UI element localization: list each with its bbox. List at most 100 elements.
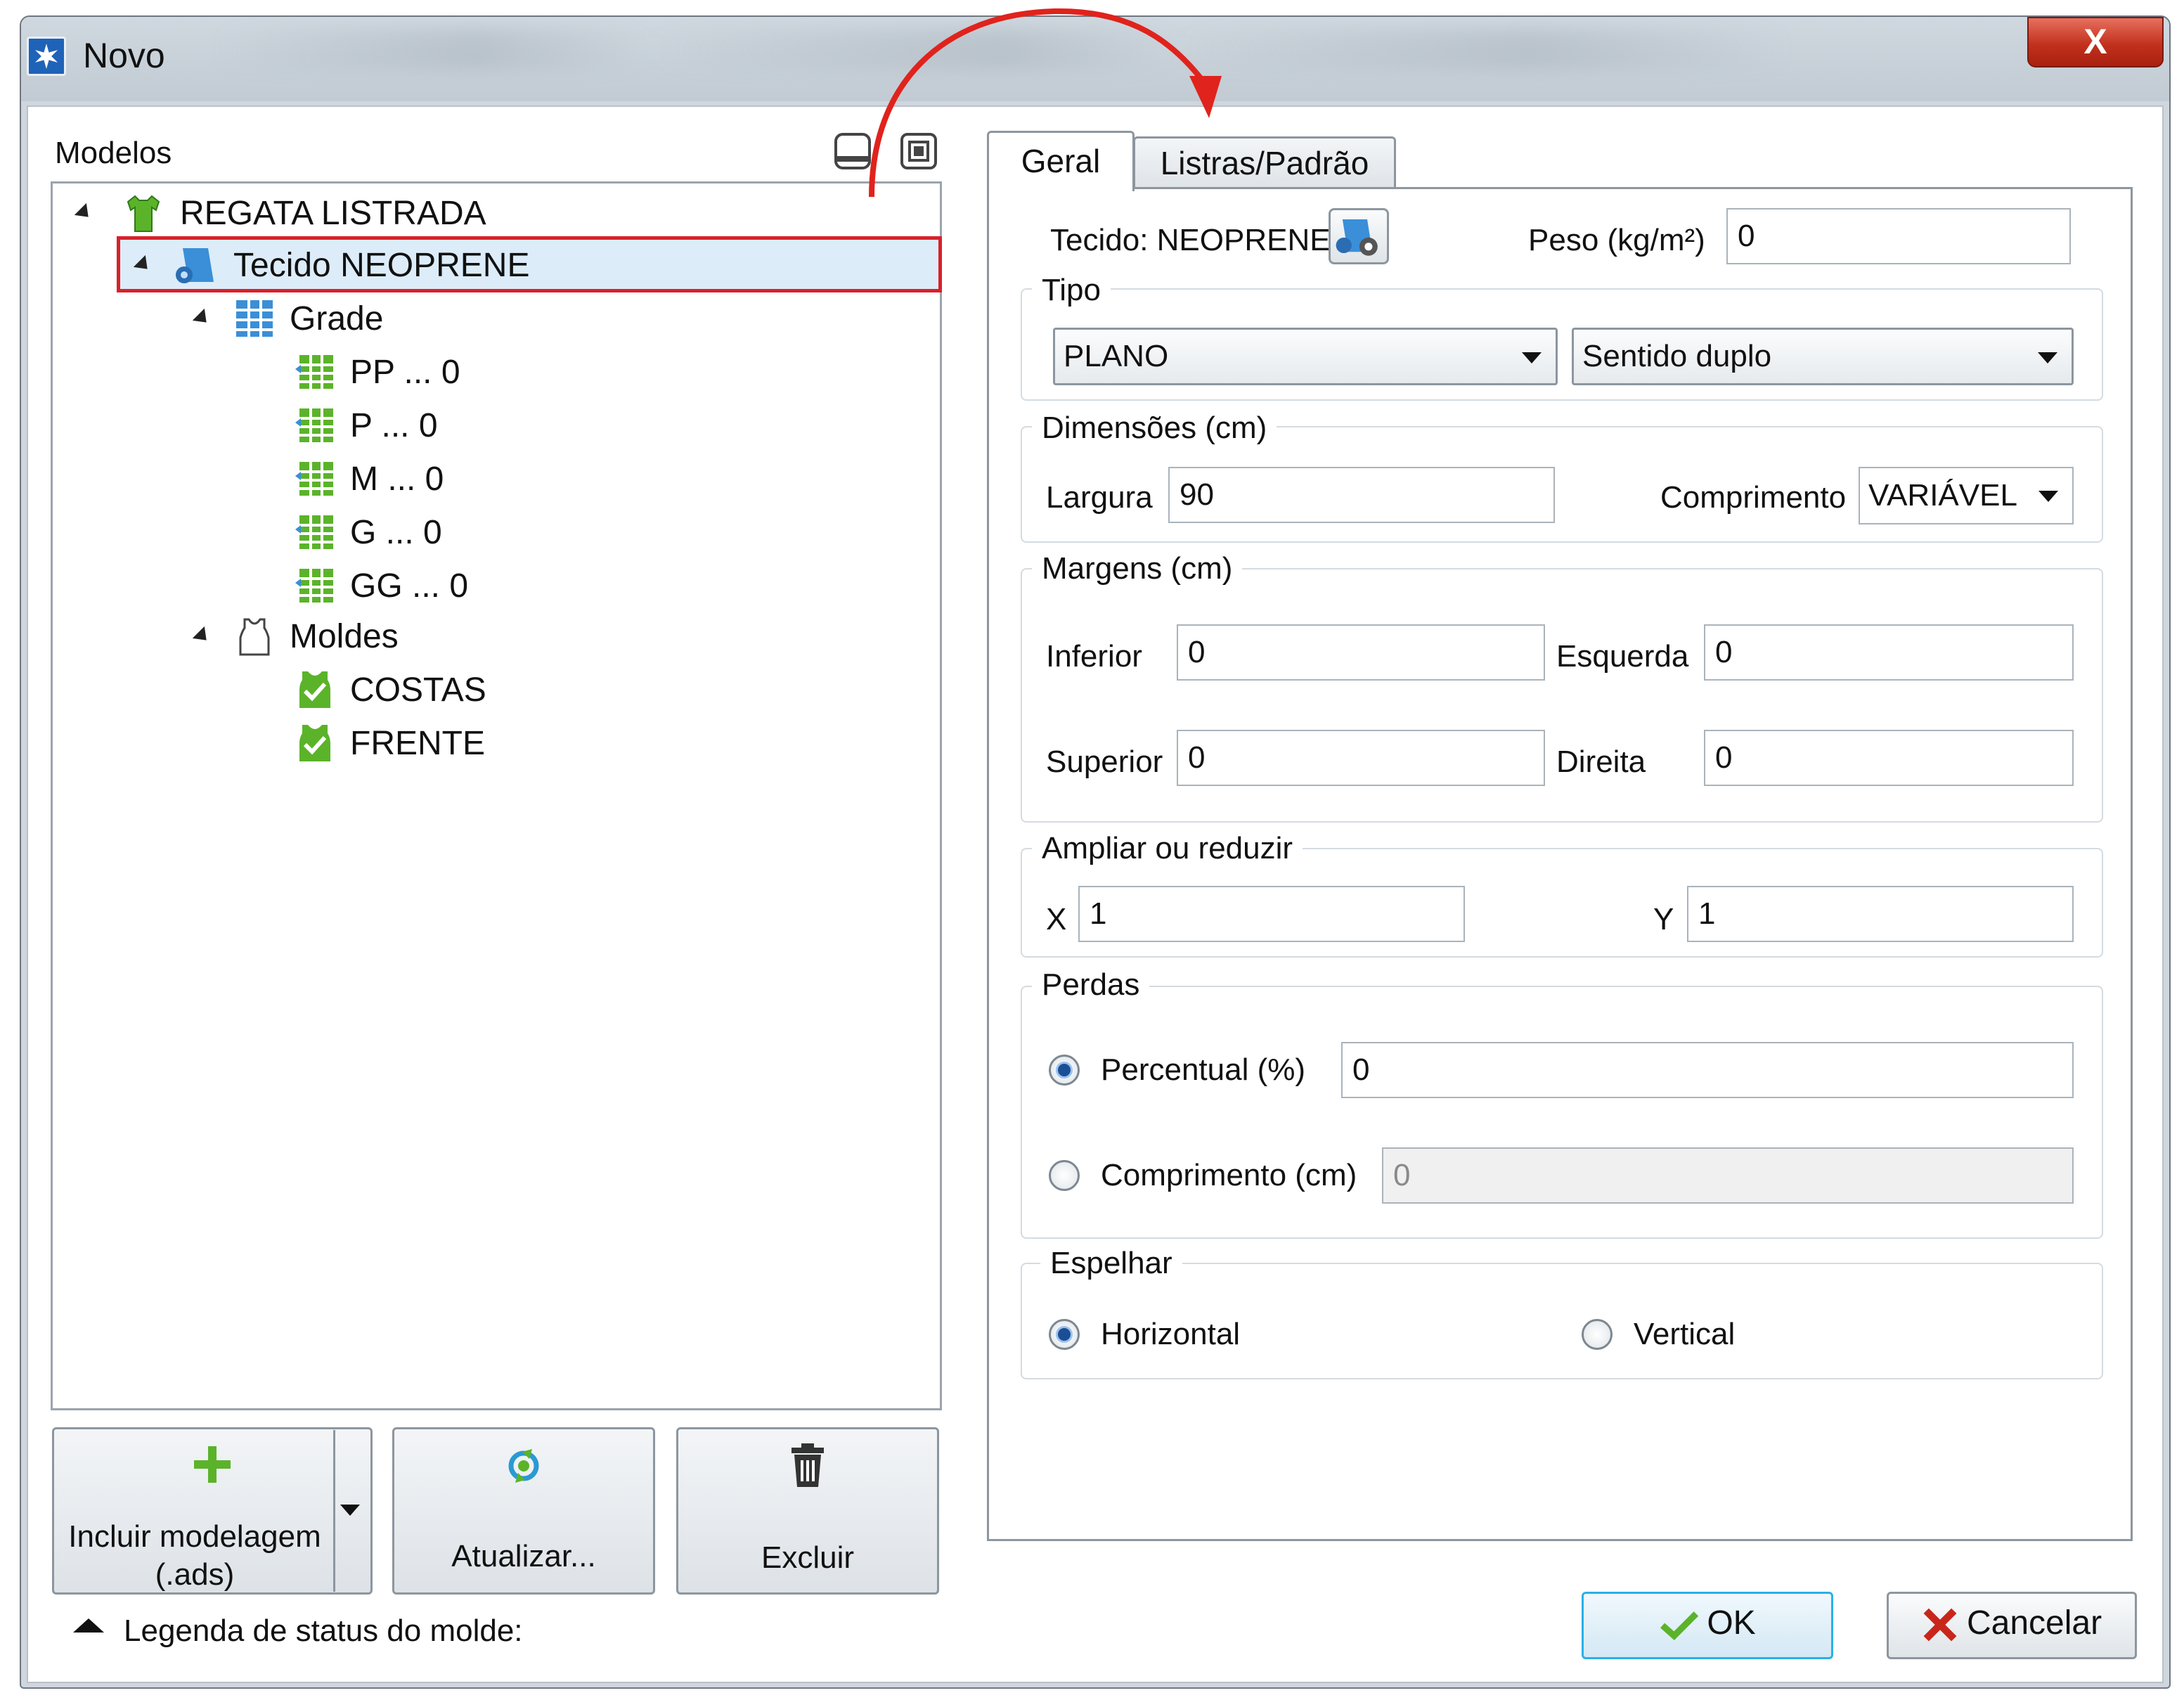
grid-icon [235, 299, 274, 338]
vertical-label[interactable]: Vertical [1634, 1315, 1735, 1354]
collapse-up-icon[interactable] [73, 1618, 104, 1633]
update-button[interactable]: Atualizar... [392, 1427, 655, 1595]
horizontal-radio[interactable] [1049, 1319, 1080, 1350]
split-divider [333, 1430, 335, 1592]
direction-value: Sentido duplo [1582, 339, 1772, 373]
horizontal-label[interactable]: Horizontal [1101, 1315, 1240, 1354]
x-label: X [1046, 902, 1067, 936]
tree-label: P ... 0 [350, 406, 438, 444]
size-grid-icon [295, 459, 335, 498]
percent-label[interactable]: Percentual (%) [1101, 1050, 1305, 1090]
type-value: PLANO [1064, 339, 1169, 373]
refresh-icon [501, 1443, 546, 1488]
tree-item-part[interactable]: COSTAS [295, 665, 486, 714]
dropdown-arrow-icon[interactable] [340, 1505, 360, 1516]
loss-group-label: Perdas [1032, 966, 1150, 1004]
tree-item-grid[interactable]: Grade [192, 294, 383, 343]
tree-label: PP ... 0 [350, 353, 460, 391]
annotation-arrow [869, 8, 1222, 198]
part-ok-icon [295, 670, 335, 709]
percent-radio[interactable] [1049, 1055, 1080, 1086]
y-label: Y [1653, 902, 1674, 936]
vertical-radio[interactable] [1582, 1319, 1613, 1350]
tree-item-size[interactable]: PP ... 0 [295, 347, 460, 397]
expand-icon[interactable] [74, 202, 95, 224]
left-label: Esquerda [1556, 639, 1689, 674]
tree-item-size[interactable]: M ... 0 [295, 454, 444, 503]
tree-item-model[interactable]: REGATA LISTRADA [74, 188, 486, 238]
close-button[interactable]: X [2027, 17, 2164, 67]
models-tree[interactable] [51, 181, 942, 1410]
length-loss-label[interactable]: Comprimento (cm) [1101, 1156, 1357, 1195]
tree-label: COSTAS [350, 671, 486, 709]
percent-input[interactable]: 0 [1341, 1042, 2074, 1098]
tree-label: GG ... 0 [350, 567, 469, 605]
tank-top-outline-icon [235, 617, 274, 656]
length-select[interactable]: VARIÁVEL [1859, 467, 2074, 524]
right-input[interactable]: 0 [1704, 730, 2074, 786]
include-label-1: Incluir modelagem [68, 1519, 321, 1554]
length-loss-radio[interactable] [1049, 1160, 1080, 1191]
legend-status-label[interactable]: Legenda de status do molde: [124, 1611, 523, 1651]
window-title: Novo [83, 36, 165, 75]
expand-icon[interactable] [133, 255, 154, 276]
fabric-settings-button[interactable] [1329, 208, 1389, 264]
weight-input[interactable]: 0 [1726, 208, 2071, 264]
include-model-button[interactable]: Incluir modelagem (.ads) [52, 1427, 373, 1595]
tree-item-size[interactable]: P ... 0 [295, 401, 438, 450]
bottom-label: Inferior [1046, 639, 1142, 674]
tree-label: Tecido NEOPRENE [233, 246, 530, 284]
delete-label: Excluir [761, 1540, 855, 1575]
margins-group-label: Margens (cm) [1032, 550, 1243, 588]
tree-item-fabric[interactable]: Tecido NEOPRENE [133, 240, 530, 290]
type-select[interactable]: PLANO [1053, 328, 1558, 385]
delete-button[interactable]: Excluir [676, 1427, 939, 1595]
x-input[interactable]: 1 [1078, 886, 1465, 942]
chevron-down-icon [2038, 491, 2058, 502]
width-label: Largura [1046, 480, 1153, 515]
fabric-label: Tecido: NEOPRENE [1050, 223, 1331, 257]
cancel-x-icon [1923, 1608, 1957, 1642]
dimensions-group-label: Dimensões (cm) [1032, 409, 1277, 447]
type-group-label: Tipo [1032, 271, 1111, 309]
tree-item-part[interactable]: FRENTE [295, 719, 485, 768]
width-input[interactable]: 90 [1168, 467, 1555, 523]
tree-item-size[interactable]: GG ... 0 [295, 561, 468, 610]
fabric-roll-icon [173, 243, 218, 288]
right-label: Direita [1556, 745, 1646, 779]
tree-label: REGATA LISTRADA [180, 194, 486, 232]
size-grid-icon [295, 406, 335, 445]
expand-icon[interactable] [192, 308, 213, 329]
size-grid-icon [295, 566, 335, 605]
app-icon [27, 37, 66, 76]
tree-label: FRENTE [350, 724, 485, 762]
size-grid-icon [295, 513, 335, 552]
direction-select[interactable]: Sentido duplo [1572, 328, 2074, 385]
plus-icon [191, 1443, 233, 1486]
tree-item-molds[interactable]: Moldes [192, 612, 399, 661]
y-input[interactable]: 1 [1687, 886, 2074, 942]
tree-label: Moldes [290, 617, 399, 655]
cancel-label: Cancelar [1966, 1604, 2102, 1642]
weight-label: Peso (kg/m²) [1528, 223, 1705, 257]
bottom-input[interactable]: 0 [1177, 624, 1545, 681]
ok-label: OK [1707, 1604, 1756, 1642]
include-label-2: (.ads) [155, 1557, 235, 1592]
scale-group-label: Ampliar ou reduzir [1032, 830, 1303, 868]
top-label: Superior [1046, 745, 1163, 779]
ok-button[interactable]: OK [1582, 1592, 1833, 1659]
size-grid-icon [295, 352, 335, 392]
chevron-down-icon [2038, 352, 2057, 363]
left-input[interactable]: 0 [1704, 624, 2074, 681]
length-loss-input: 0 [1382, 1147, 2074, 1204]
expand-icon[interactable] [192, 626, 213, 647]
shirt-icon [122, 192, 164, 234]
top-input[interactable]: 0 [1177, 730, 1545, 786]
tree-item-size[interactable]: G ... 0 [295, 508, 442, 557]
length-label: Comprimento [1660, 480, 1847, 515]
fabric-gear-icon [1336, 219, 1378, 256]
part-ok-icon [295, 723, 335, 763]
models-label: Modelos [55, 136, 172, 170]
cancel-button[interactable]: Cancelar [1887, 1592, 2137, 1659]
checkmark-icon [1660, 1611, 1699, 1641]
